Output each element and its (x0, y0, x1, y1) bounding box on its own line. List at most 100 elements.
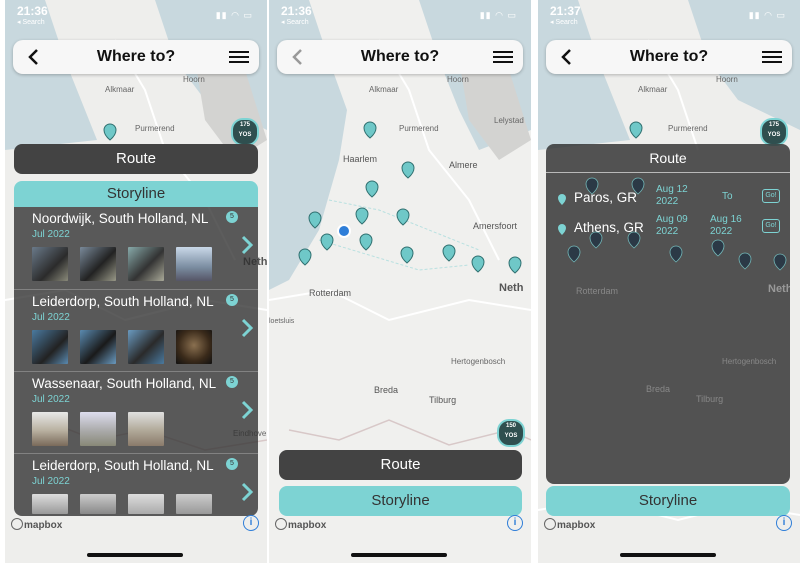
storyline-entry[interactable]: Wassenaar, South Holland, NL Jul 2022 5 (14, 371, 258, 452)
mapbox-logo: mapbox (11, 518, 62, 531)
photo-thumbnail[interactable] (80, 330, 116, 364)
destination-from-date[interactable]: Aug 12 2022 (656, 184, 688, 208)
storyline-header[interactable]: Storyline (14, 181, 258, 207)
destination-from-date[interactable]: Aug 09 2022 (656, 214, 688, 238)
phone-screen-route: Hoorn Alkmaar Purmerend 21:37 ◂ Search ▮… (538, 0, 800, 563)
photo-thumbnail[interactable] (32, 494, 68, 514)
map-label-purmerend: Purmerend (135, 124, 175, 133)
cluster-count: 175 (768, 122, 779, 128)
route-button[interactable]: Route (279, 450, 522, 480)
chevron-right-icon[interactable] (240, 482, 254, 502)
photo-thumbnail[interactable] (80, 494, 116, 514)
map-label-hoorn: Hoorn (183, 75, 205, 84)
route-panel: Rotterdam Breda Tilburg Hertogenbosch Ne… (546, 144, 790, 484)
info-icon[interactable]: i (243, 515, 259, 531)
photo-thumbnail[interactable] (128, 412, 164, 446)
destination-to-date[interactable]: Aug 16 2022 (710, 214, 742, 238)
go-button[interactable]: Go! (762, 219, 780, 233)
info-icon[interactable]: i (507, 515, 523, 531)
mapbox-logo: mapbox (544, 518, 595, 531)
go-button[interactable]: Go! (762, 189, 780, 203)
chevron-right-icon[interactable] (240, 318, 254, 338)
home-indicator (620, 553, 716, 557)
status-back-link[interactable]: ◂ Search (281, 18, 312, 26)
location-pin-icon (558, 224, 566, 235)
photo-thumbnail[interactable] (32, 330, 68, 364)
map-label-nether: Neth (499, 282, 524, 294)
map-label-amersfoort: Amersfoort (473, 221, 518, 231)
storyline-button[interactable]: Storyline (279, 486, 522, 516)
entry-count-badge: 5 (226, 211, 238, 223)
header-bar: Where to? (13, 40, 259, 74)
cluster-marker[interactable]: 175 YOS (760, 118, 788, 146)
route-panel-title[interactable]: Route (546, 144, 790, 173)
photo-thumbnail[interactable] (32, 247, 68, 281)
map-label-loetsluis: loetsluis (269, 318, 295, 325)
photo-thumbnail[interactable] (176, 494, 212, 514)
location-pin-icon (558, 194, 566, 205)
page-title: Where to? (360, 48, 440, 65)
storyline-panel: Noordwijk, South Holland, NL Jul 2022 5 … (14, 207, 258, 516)
status-bar: 21:37 ◂ Search (550, 4, 581, 26)
cluster-label: YOS (504, 433, 518, 439)
chevron-right-icon[interactable] (240, 400, 254, 420)
storyline-entry[interactable]: Leiderdorp, South Holland, NL Jul 2022 5 (14, 289, 258, 370)
current-location-dot (337, 224, 351, 238)
storyline-entry[interactable]: Noordwijk, South Holland, NL Jul 2022 5 (14, 207, 258, 287)
map-label-purmerend: Purmerend (399, 124, 439, 133)
system-status-icons: ▮▮ ◠ ▭ (748, 10, 786, 20)
hamburger-menu-icon[interactable] (493, 48, 513, 66)
phone-screen-map: Alkmaar Hoorn Purmerend Lelystad Haarlem… (269, 0, 531, 563)
route-destination-row[interactable]: Athens, GR Aug 09 2022 Aug 16 2022 Go! (558, 214, 788, 246)
photo-thumbnail[interactable] (176, 330, 212, 364)
home-indicator (351, 553, 447, 557)
entry-date: Jul 2022 (32, 394, 70, 405)
route-button[interactable]: Route (14, 144, 258, 174)
cluster-label: YOS (238, 132, 252, 138)
map-label-hoorn: Hoorn (716, 75, 738, 84)
status-back-link[interactable]: ◂ Search (17, 18, 48, 26)
photo-thumbnail[interactable] (128, 247, 164, 281)
photo-thumbnail[interactable] (176, 247, 212, 281)
photo-thumbnail[interactable] (128, 330, 164, 364)
entry-place: Leiderdorp, South Holland, NL (32, 294, 214, 309)
cluster-marker[interactable]: 175 YOS (231, 118, 259, 146)
status-back-link[interactable]: ◂ Search (550, 18, 581, 26)
entry-place: Leiderdorp, South Holland, NL (32, 458, 214, 473)
map-label-hertogenbosch: Hertogenbosch (451, 357, 505, 366)
hamburger-menu-icon[interactable] (762, 48, 782, 66)
map-label-tilburg: Tilburg (429, 395, 456, 405)
destination-to-label[interactable]: To (722, 191, 733, 202)
chevron-right-icon[interactable] (240, 235, 254, 255)
cluster-count: 150 (505, 423, 516, 429)
page-title: Where to? (629, 48, 709, 65)
info-icon[interactable]: i (776, 515, 792, 531)
status-time: 21:37 (550, 4, 581, 18)
storyline-entry[interactable]: Leiderdorp, South Holland, NL Jul 2022 5 (14, 453, 258, 516)
entry-date: Jul 2022 (32, 476, 70, 487)
status-time: 21:36 (281, 4, 312, 18)
entry-count-badge: 5 (226, 376, 238, 388)
photo-thumbnail[interactable] (32, 412, 68, 446)
system-status-icons: ▮▮ ◠ ▭ (479, 10, 517, 20)
route-destination-row[interactable]: Paros, GR Aug 12 2022 To Go! (558, 184, 788, 216)
mapbox-logo: mapbox (275, 518, 326, 531)
cluster-label: YOS (767, 132, 781, 138)
map-label-hertogenbosch: Hertogenbosch (722, 357, 776, 366)
photo-thumbnail[interactable] (128, 494, 164, 514)
storyline-button[interactable]: Storyline (546, 486, 790, 516)
page-title: Where to? (96, 48, 176, 65)
photo-thumbnail[interactable] (80, 412, 116, 446)
destination-name: Paros, GR (574, 190, 638, 205)
map-label-tilburg: Tilburg (696, 394, 723, 404)
map-label-breda: Breda (374, 385, 398, 395)
destination-name: Athens, GR (574, 220, 644, 235)
entry-place: Noordwijk, South Holland, NL (32, 211, 209, 226)
hamburger-menu-icon[interactable] (229, 48, 249, 66)
entry-place: Wassenaar, South Holland, NL (32, 376, 217, 391)
map-label-breda: Breda (646, 384, 670, 394)
home-indicator (87, 553, 183, 557)
cluster-marker[interactable]: 150 YOS (497, 419, 525, 447)
photo-thumbnail[interactable] (80, 247, 116, 281)
entry-count-badge: 5 (226, 458, 238, 470)
